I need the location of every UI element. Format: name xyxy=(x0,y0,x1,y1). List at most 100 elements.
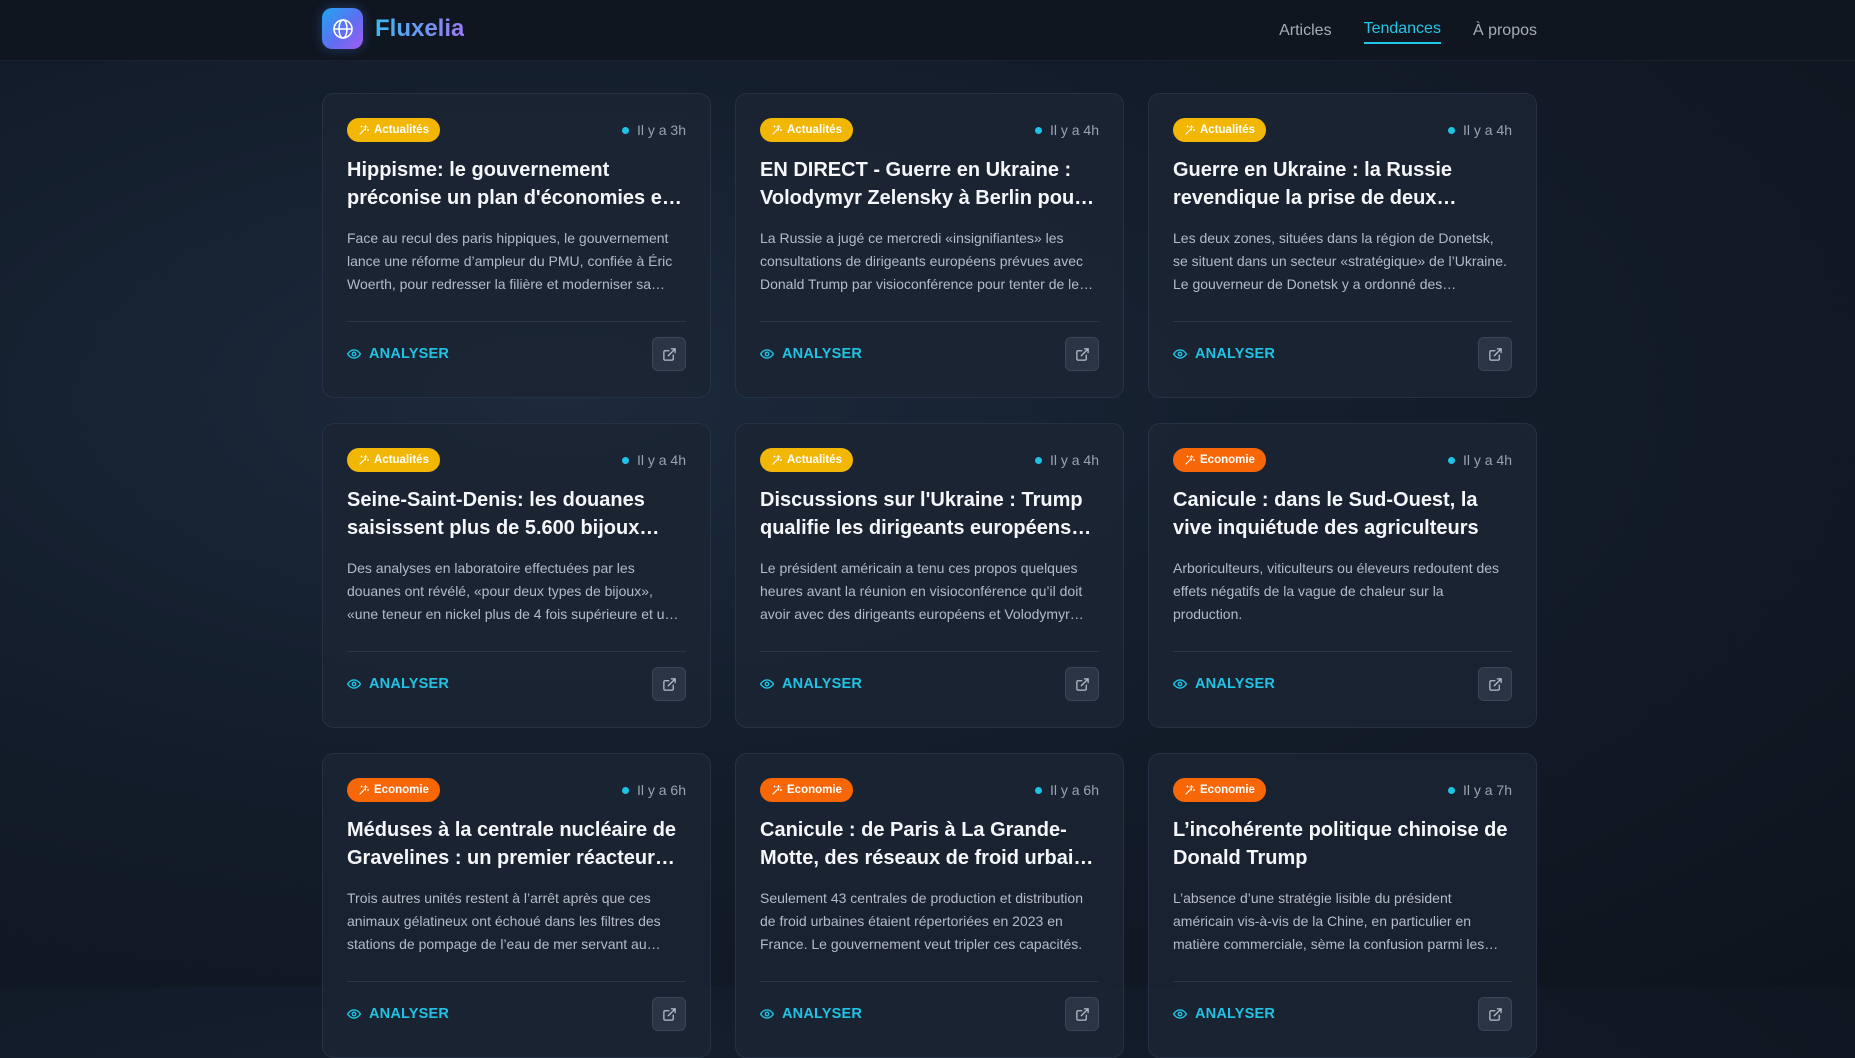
article-title[interactable]: Hippisme: le gouvernement préconise un p… xyxy=(347,156,686,212)
article-card[interactable]: Actualités Il y a 4h Seine-Saint-Denis: … xyxy=(322,423,711,728)
article-card[interactable]: Economie Il y a 4h Canicule : dans le Su… xyxy=(1148,423,1537,728)
open-external-button[interactable] xyxy=(652,667,686,701)
publish-time: Il y a 4h xyxy=(1447,452,1512,468)
nav-link-a-propos[interactable]: À propos xyxy=(1473,16,1537,46)
publish-time: Il y a 4h xyxy=(621,452,686,468)
time-label: Il y a 4h xyxy=(1049,122,1099,138)
analyze-button[interactable]: ANALYSER xyxy=(347,676,449,692)
article-description: Les deux zones, situées dans la région d… xyxy=(1173,230,1507,292)
live-dot-icon xyxy=(1447,456,1455,464)
article-card[interactable]: Economie Il y a 6h Méduses à la centrale… xyxy=(322,753,711,1058)
category-label: Actualités xyxy=(787,124,842,136)
open-external-button[interactable] xyxy=(1478,997,1512,1031)
eye-icon xyxy=(347,1009,361,1019)
nav-link-tendances[interactable]: Tendances xyxy=(1363,14,1441,44)
open-external-button[interactable] xyxy=(1478,667,1512,701)
open-external-button[interactable] xyxy=(652,997,686,1031)
article-description: Arboriculteurs, viticulteurs ou éleveurs… xyxy=(1173,560,1500,622)
live-dot-icon xyxy=(1034,786,1042,794)
open-external-button[interactable] xyxy=(1065,667,1099,701)
category-label: Economie xyxy=(374,784,429,796)
category-badge: Economie xyxy=(1173,448,1266,472)
article-card[interactable]: Economie Il y a 6h Canicule : de Paris à… xyxy=(735,753,1124,1058)
article-description: Trois autres unités restent à l’arrêt ap… xyxy=(347,890,661,952)
card-meta: Actualités Il y a 4h xyxy=(760,448,1099,472)
card-actions: ANALYSER xyxy=(760,667,1099,701)
category-badge: Actualités xyxy=(1173,118,1266,142)
article-card[interactable]: Actualités Il y a 4h EN DIRECT - Guerre … xyxy=(735,93,1124,398)
sparkles-icon xyxy=(1185,454,1196,465)
article-title[interactable]: L’incohérente politique chinoise de Dona… xyxy=(1173,816,1512,872)
article-card[interactable]: Economie Il y a 7h L’incohérente politiq… xyxy=(1148,753,1537,1058)
analyze-button[interactable]: ANALYSER xyxy=(1173,346,1275,362)
category-label: Actualités xyxy=(1200,124,1255,136)
live-dot-icon xyxy=(1447,126,1455,134)
article-title[interactable]: Canicule : dans le Sud-Ouest, la vive in… xyxy=(1173,486,1512,542)
article-title[interactable]: Méduses à la centrale nucléaire de Grave… xyxy=(347,816,686,872)
article-description: L’absence d’une stratégie lisible du pré… xyxy=(1173,890,1485,952)
card-meta: Economie Il y a 6h xyxy=(760,778,1099,802)
nav-link-articles[interactable]: Articles xyxy=(1279,16,1331,46)
live-dot-icon xyxy=(621,456,629,464)
open-external-button[interactable] xyxy=(1065,337,1099,371)
article-card[interactable]: Actualités Il y a 3h Hippisme: le gouver… xyxy=(322,93,711,398)
analyze-button[interactable]: ANALYSER xyxy=(1173,1006,1275,1022)
external-link-icon xyxy=(1488,347,1502,361)
article-title[interactable]: EN DIRECT - Guerre en Ukraine : Volodymy… xyxy=(760,156,1099,212)
article-card[interactable]: Actualités Il y a 4h Guerre en Ukraine :… xyxy=(1148,93,1537,398)
card-meta: Economie Il y a 4h xyxy=(1173,448,1512,472)
category-label: Actualités xyxy=(374,454,429,466)
card-actions: ANALYSER xyxy=(347,667,686,701)
external-link-icon xyxy=(662,677,676,691)
card-meta: Actualités Il y a 4h xyxy=(760,118,1099,142)
article-title[interactable]: Guerre en Ukraine : la Russie revendique… xyxy=(1173,156,1512,212)
analyze-button[interactable]: ANALYSER xyxy=(760,1006,862,1022)
category-label: Actualités xyxy=(787,454,842,466)
open-external-button[interactable] xyxy=(1065,997,1099,1031)
open-external-button[interactable] xyxy=(652,337,686,371)
sparkles-icon xyxy=(1185,784,1196,795)
category-badge: Economie xyxy=(1173,778,1266,802)
publish-time: Il y a 3h xyxy=(621,122,686,138)
analyze-button[interactable]: ANALYSER xyxy=(760,676,862,692)
card-divider xyxy=(347,981,686,982)
open-external-button[interactable] xyxy=(1478,337,1512,371)
external-link-icon xyxy=(1075,1007,1089,1021)
sparkles-icon xyxy=(359,784,370,795)
analyze-label: ANALYSER xyxy=(1195,1006,1276,1022)
analyze-label: ANALYSER xyxy=(1195,676,1276,692)
time-label: Il y a 3h xyxy=(636,122,686,138)
app-logo[interactable]: Fluxelia xyxy=(322,8,464,49)
category-badge: Economie xyxy=(347,778,440,802)
external-link-icon xyxy=(1075,677,1089,691)
sparkles-icon xyxy=(772,124,783,135)
app-name: Fluxelia xyxy=(375,14,465,42)
publish-time: Il y a 7h xyxy=(1447,782,1512,798)
articles-grid: Actualités Il y a 3h Hippisme: le gouver… xyxy=(322,93,1537,1058)
article-title[interactable]: Discussions sur l'Ukraine : Trump qualif… xyxy=(760,486,1099,542)
article-card[interactable]: Actualités Il y a 4h Discussions sur l'U… xyxy=(735,423,1124,728)
analyze-button[interactable]: ANALYSER xyxy=(347,1006,449,1022)
eye-icon xyxy=(347,349,361,359)
article-title[interactable]: Seine-Saint-Denis: les douanes saisissen… xyxy=(347,486,686,542)
eye-icon xyxy=(347,679,361,689)
card-divider xyxy=(347,651,686,652)
time-label: Il y a 4h xyxy=(636,452,686,468)
analyze-button[interactable]: ANALYSER xyxy=(760,346,862,362)
live-dot-icon xyxy=(1034,126,1042,134)
card-divider xyxy=(1173,651,1512,652)
top-header: Fluxelia Articles Tendances À propos xyxy=(0,0,1855,61)
article-description: Le président américain a tenu ces propos… xyxy=(760,560,1083,622)
analyze-button[interactable]: ANALYSER xyxy=(1173,676,1275,692)
article-description: Face au recul des paris hippiques, le go… xyxy=(347,230,673,292)
publish-time: Il y a 4h xyxy=(1034,122,1099,138)
analyze-label: ANALYSER xyxy=(782,676,863,692)
card-meta: Actualités Il y a 4h xyxy=(347,448,686,472)
category-label: Economie xyxy=(787,784,842,796)
time-label: Il y a 4h xyxy=(1049,452,1099,468)
analyze-button[interactable]: ANALYSER xyxy=(347,346,449,362)
category-badge: Actualités xyxy=(347,448,440,472)
article-title[interactable]: Canicule : de Paris à La Grande-Motte, d… xyxy=(760,816,1099,872)
card-actions: ANALYSER xyxy=(1173,667,1512,701)
live-dot-icon xyxy=(1034,456,1042,464)
